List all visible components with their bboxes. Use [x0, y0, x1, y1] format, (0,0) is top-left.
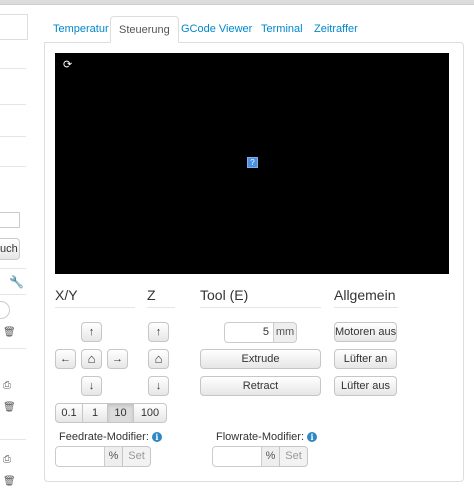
feedrate-input[interactable] — [55, 446, 105, 467]
sidebar-circle-control[interactable] — [0, 301, 10, 319]
sidebar: uch 🔧 🗑 ⎙ 🗑 ⎙ 🗑 — [0, 14, 30, 496]
section-title-tool: Tool (E) — [200, 287, 249, 303]
tab-bar: Temperatur Steuerung GCode Viewer Termin… — [44, 16, 464, 43]
tab-temperatur[interactable]: Temperatur — [45, 16, 117, 42]
trash-icon[interactable]: 🗑 — [3, 402, 16, 414]
step-size-10-button[interactable]: 10 — [107, 403, 134, 423]
flowrate-unit: % — [261, 446, 280, 467]
wrench-icon[interactable]: 🔧 — [9, 276, 24, 288]
print-icon[interactable]: ⎙ — [3, 380, 11, 392]
extrude-amount-input[interactable]: 5 — [224, 322, 274, 343]
step-size-100-button[interactable]: 100 — [133, 403, 167, 423]
fan-on-button[interactable]: Lüfter an — [334, 349, 397, 369]
sidebar-panel-top — [0, 14, 28, 40]
sidebar-divider — [0, 166, 26, 167]
feedrate-set-button[interactable]: Set — [122, 446, 151, 467]
feedrate-unit: % — [104, 446, 123, 467]
tab-terminal[interactable]: Terminal — [253, 16, 311, 42]
section-title-z: Z — [147, 287, 156, 303]
step-size-0-1-button[interactable]: 0.1 — [55, 403, 83, 423]
feedrate-label-text: Feedrate-Modifier: — [59, 431, 149, 443]
section-rule — [334, 307, 398, 308]
section-title-xy: X/Y — [55, 287, 78, 303]
info-icon[interactable]: i — [307, 432, 318, 442]
flowrate-set-button[interactable]: Set — [279, 446, 308, 467]
info-icon[interactable]: i — [151, 432, 162, 442]
tab-steuerung[interactable]: Steuerung — [110, 16, 179, 43]
sidebar-divider — [0, 294, 26, 295]
motors-off-button[interactable]: Motoren aus — [334, 322, 397, 342]
top-bar — [0, 0, 474, 5]
tab-zeitraffer[interactable]: Zeitraffer — [306, 16, 366, 42]
jog-z-plus-button[interactable]: ↑ — [148, 322, 169, 342]
trash-icon[interactable]: 🗑 — [3, 327, 16, 339]
retract-button[interactable]: Retract — [200, 376, 321, 396]
section-rule — [147, 307, 175, 308]
sidebar-search-button[interactable]: uch — [0, 238, 20, 260]
section-title-general: Allgemein — [334, 287, 396, 303]
home-z-button[interactable]: ⌂ — [148, 349, 169, 369]
webcam-stream: ⟳ ? — [55, 53, 449, 274]
fan-off-button[interactable]: Lüfter aus — [334, 376, 397, 396]
flowrate-label: Flowrate-Modifier: i — [216, 431, 318, 444]
jog-x-plus-button[interactable]: → — [107, 349, 128, 369]
extrude-button[interactable]: Extrude — [200, 349, 321, 369]
trash-icon[interactable]: 🗑 — [3, 476, 16, 488]
flowrate-label-text: Flowrate-Modifier: — [216, 431, 305, 443]
extrude-amount-unit: mm — [273, 322, 297, 343]
section-rule — [200, 307, 321, 308]
step-size-1-button[interactable]: 1 — [82, 403, 108, 423]
broken-image-icon: ? — [247, 157, 258, 168]
print-icon[interactable]: ⎙ — [3, 454, 11, 466]
sidebar-divider — [0, 68, 26, 69]
jog-y-minus-button[interactable]: ↓ — [81, 376, 102, 396]
sidebar-divider — [0, 136, 26, 137]
section-rule — [55, 307, 135, 308]
sidebar-divider — [0, 439, 26, 440]
sidebar-divider — [0, 268, 26, 269]
home-xy-button[interactable]: ⌂ — [81, 349, 102, 369]
jog-z-minus-button[interactable]: ↓ — [148, 376, 169, 396]
tab-gcode-viewer[interactable]: GCode Viewer — [173, 16, 260, 42]
flowrate-input[interactable] — [212, 446, 262, 467]
sidebar-input[interactable] — [0, 212, 20, 228]
refresh-icon[interactable]: ⟳ — [63, 59, 72, 71]
jog-x-minus-button[interactable]: ← — [55, 349, 76, 369]
feedrate-label: Feedrate-Modifier: i — [59, 431, 162, 444]
jog-y-plus-button[interactable]: ↑ — [81, 322, 102, 342]
sidebar-divider — [0, 348, 26, 349]
sidebar-divider — [0, 104, 26, 105]
